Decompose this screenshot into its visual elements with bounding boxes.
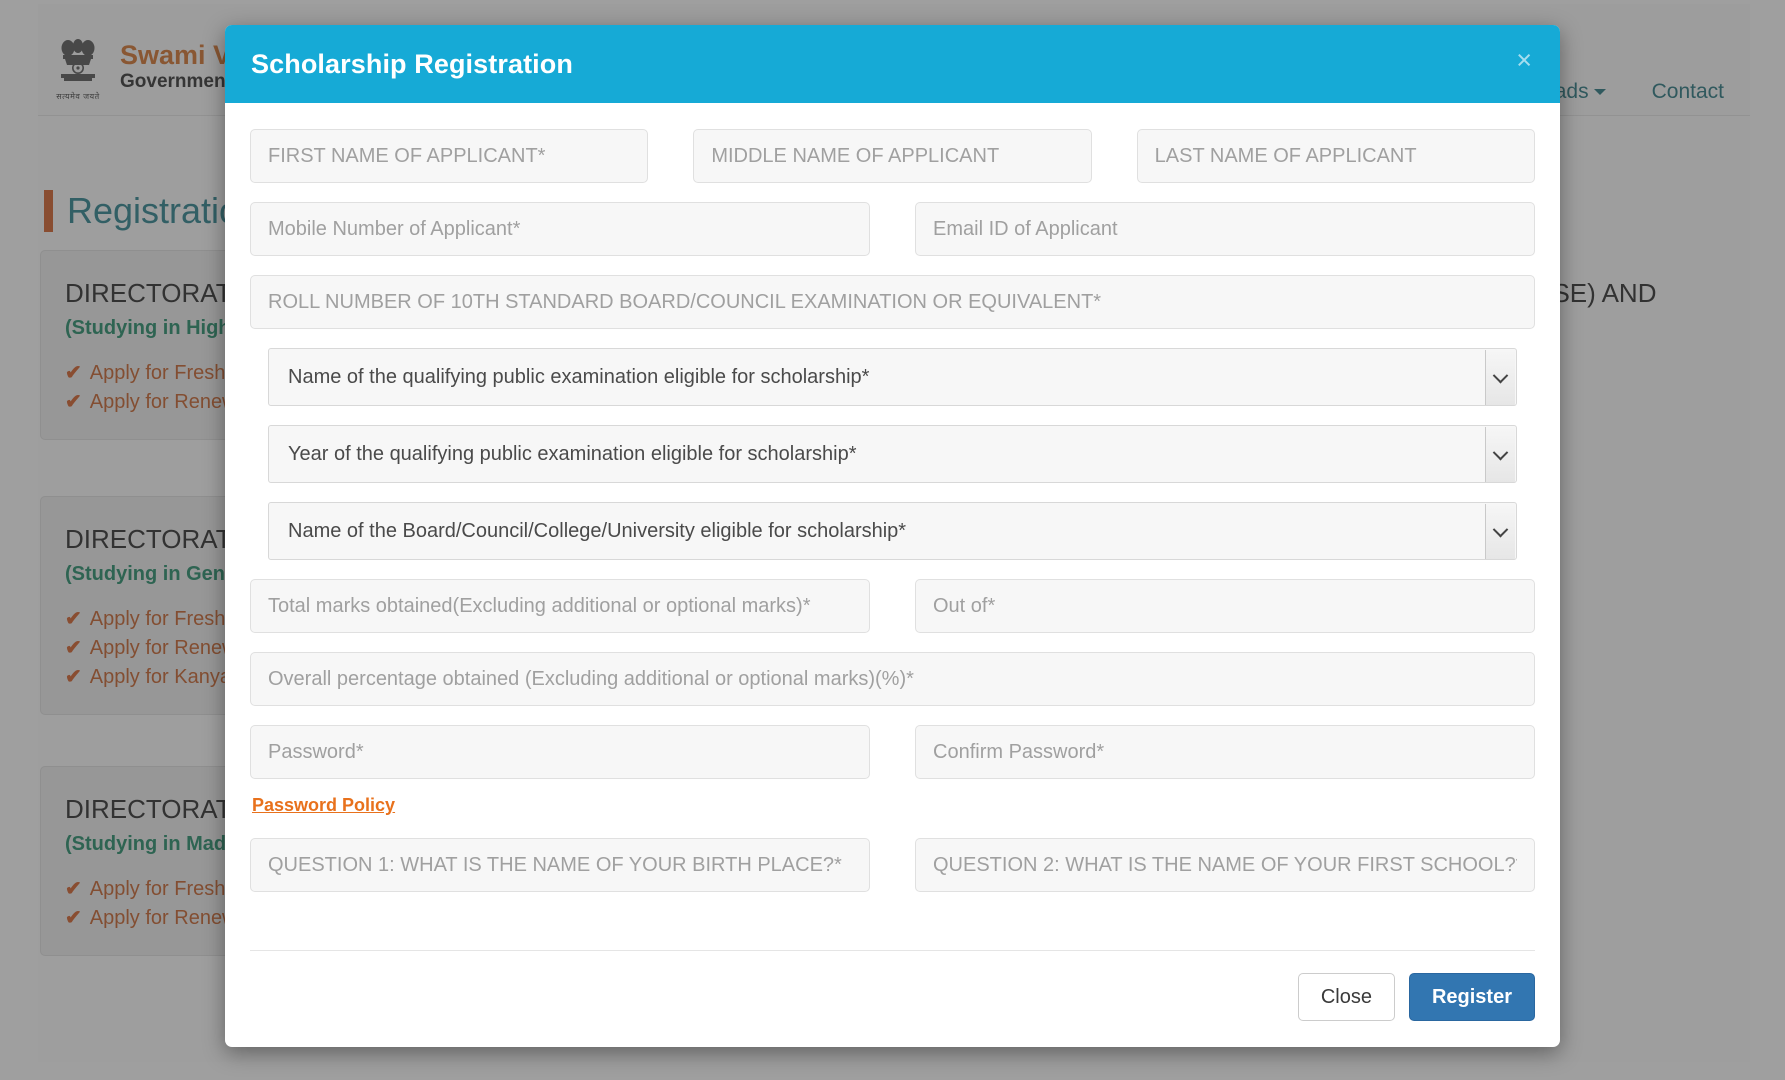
total-marks-input[interactable] bbox=[250, 579, 870, 633]
confirm-password-input[interactable] bbox=[915, 725, 1535, 779]
email-input[interactable] bbox=[915, 202, 1535, 256]
modal-body: Name of the qualifying public examinatio… bbox=[225, 103, 1560, 940]
exam-name-select-wrap: Name of the qualifying public examinatio… bbox=[250, 348, 1535, 406]
modal-header: Scholarship Registration × bbox=[225, 25, 1560, 103]
exam-year-select-label: Year of the qualifying public examinatio… bbox=[288, 442, 857, 465]
exam-year-select[interactable]: Year of the qualifying public examinatio… bbox=[268, 425, 1517, 483]
security-question-2-input[interactable] bbox=[915, 838, 1535, 892]
middle-name-input[interactable] bbox=[693, 129, 1092, 183]
password-row bbox=[250, 725, 1535, 779]
board-select-label: Name of the Board/Council/College/Univer… bbox=[288, 519, 907, 542]
first-name-input[interactable] bbox=[250, 129, 649, 183]
password-policy-link[interactable]: Password Policy bbox=[252, 795, 395, 816]
exam-name-select[interactable]: Name of the qualifying public examinatio… bbox=[268, 348, 1517, 406]
percentage-row bbox=[250, 652, 1535, 706]
mobile-number-input[interactable] bbox=[250, 202, 870, 256]
last-name-input[interactable] bbox=[1136, 129, 1535, 183]
password-input[interactable] bbox=[250, 725, 870, 779]
roll-number-row bbox=[250, 275, 1535, 329]
out-of-input[interactable] bbox=[915, 579, 1535, 633]
name-row bbox=[250, 129, 1535, 183]
exam-name-select-label: Name of the qualifying public examinatio… bbox=[288, 365, 870, 388]
roll-number-input[interactable] bbox=[250, 275, 1535, 329]
overall-percentage-input[interactable] bbox=[250, 652, 1535, 706]
chevron-down-icon[interactable] bbox=[1485, 427, 1515, 482]
board-select[interactable]: Name of the Board/Council/College/Univer… bbox=[268, 502, 1517, 560]
contact-row bbox=[250, 202, 1535, 256]
security-questions-row bbox=[250, 838, 1535, 892]
register-button[interactable]: Register bbox=[1408, 973, 1535, 1021]
chevron-down-icon[interactable] bbox=[1485, 350, 1515, 405]
security-question-1-input[interactable] bbox=[250, 838, 870, 892]
modal-footer: Close Register bbox=[250, 950, 1535, 1047]
modal-title: Scholarship Registration bbox=[251, 48, 573, 79]
marks-row bbox=[250, 579, 1535, 633]
board-select-wrap: Name of the Board/Council/College/Univer… bbox=[250, 502, 1535, 560]
close-button[interactable]: Close bbox=[1297, 973, 1395, 1021]
close-icon[interactable]: × bbox=[1510, 43, 1538, 78]
chevron-down-icon[interactable] bbox=[1485, 504, 1515, 559]
exam-year-select-wrap: Year of the qualifying public examinatio… bbox=[250, 425, 1535, 483]
scholarship-registration-modal: Scholarship Registration × Name of the q… bbox=[225, 25, 1560, 1047]
